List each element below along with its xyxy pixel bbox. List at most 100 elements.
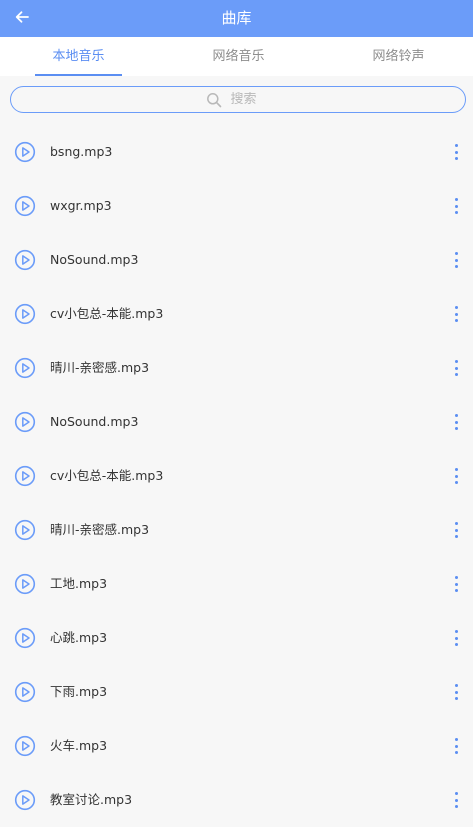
search-bar[interactable] [10, 86, 466, 113]
more-vertical-icon-dot [454, 805, 458, 808]
more-vertical-icon-dot [454, 528, 458, 532]
more-options-button[interactable] [448, 628, 464, 648]
tab-bar: 本地音乐 网络音乐 网络铃声 [0, 37, 473, 76]
play-circle-icon[interactable] [14, 141, 36, 163]
more-vertical-icon-dot [454, 744, 458, 748]
play-circle-icon[interactable] [14, 735, 36, 757]
play-circle-icon[interactable] [14, 789, 36, 811]
more-vertical-icon-dot [454, 589, 458, 592]
song-name: cv小包总-本能.mp3 [50, 306, 164, 321]
more-vertical-icon-dot [454, 211, 458, 214]
more-options-button[interactable] [448, 304, 464, 324]
song-name: bsng.mp3 [50, 144, 113, 159]
more-vertical-icon-dot [454, 636, 458, 640]
song-name: 晴川-亲密感.mp3 [50, 522, 150, 537]
more-vertical-icon-dot [454, 582, 458, 586]
more-options-button[interactable] [448, 250, 464, 270]
more-options-button[interactable] [448, 520, 464, 540]
play-circle-icon[interactable] [14, 465, 36, 487]
more-vertical-icon-dot [454, 697, 458, 700]
play-circle-icon[interactable] [14, 627, 36, 649]
song-name: 教室讨论.mp3 [50, 792, 133, 807]
more-vertical-icon-dot [454, 792, 458, 795]
tab-online-music[interactable]: 网络音乐 [195, 37, 282, 76]
song-row[interactable]: 晴川-亲密感.mp3 [0, 341, 473, 395]
more-vertical-icon-dot [454, 360, 458, 363]
song-row[interactable]: 下雨.mp3 [0, 665, 473, 719]
more-vertical-icon-dot [454, 522, 458, 525]
song-row[interactable]: cv小包总-本能.mp3 [0, 449, 473, 503]
song-name: 工地.mp3 [50, 576, 108, 591]
song-row[interactable]: 晴川-亲密感.mp3 [0, 503, 473, 557]
more-vertical-icon-dot [454, 373, 458, 376]
song-name: wxgr.mp3 [50, 198, 112, 213]
tab-online-ringtones[interactable]: 网络铃声 [355, 37, 442, 76]
more-vertical-icon-dot [454, 535, 458, 538]
play-circle-icon[interactable] [14, 357, 36, 379]
more-vertical-icon-dot [454, 576, 458, 579]
song-name: 下雨.mp3 [50, 684, 108, 699]
more-vertical-icon-dot [454, 427, 458, 430]
more-options-button[interactable] [448, 790, 464, 810]
more-vertical-icon-dot [454, 144, 458, 147]
more-options-button[interactable] [448, 358, 464, 378]
song-row[interactable]: cv小包总-本能.mp3 [0, 287, 473, 341]
tab-local-music[interactable]: 本地音乐 [35, 37, 122, 76]
more-vertical-icon-dot [454, 414, 458, 417]
song-row[interactable]: wxgr.mp3 [0, 179, 473, 233]
search-input[interactable] [230, 92, 271, 107]
page-title: 曲库 [221, 9, 252, 27]
play-circle-icon[interactable] [14, 249, 36, 271]
song-name: NoSound.mp3 [50, 252, 139, 267]
song-name: 心跳.mp3 [50, 630, 108, 645]
song-row[interactable]: NoSound.mp3 [0, 395, 473, 449]
more-options-button[interactable] [448, 142, 464, 162]
app-header: 曲库 [0, 0, 473, 37]
more-vertical-icon-dot [454, 150, 458, 154]
more-vertical-icon-dot [454, 474, 458, 478]
song-name: 火车.mp3 [50, 738, 108, 753]
song-row[interactable]: bsng.mp3 [0, 125, 473, 179]
more-vertical-icon-dot [454, 751, 458, 754]
more-vertical-icon-dot [454, 630, 458, 633]
play-circle-icon[interactable] [14, 303, 36, 325]
more-vertical-icon-dot [454, 157, 458, 160]
more-vertical-icon-dot [454, 468, 458, 471]
song-row[interactable]: 工地.mp3 [0, 557, 473, 611]
more-vertical-icon-dot [454, 798, 458, 802]
more-vertical-icon-dot [454, 690, 458, 694]
more-vertical-icon-dot [454, 420, 458, 424]
play-circle-icon[interactable] [14, 681, 36, 703]
more-vertical-icon-dot [454, 312, 458, 316]
song-name: cv小包总-本能.mp3 [50, 468, 164, 483]
song-row[interactable]: NoSound.mp3 [0, 233, 473, 287]
search-icon [206, 92, 221, 107]
play-circle-icon[interactable] [14, 519, 36, 541]
more-vertical-icon-dot [454, 252, 458, 255]
song-row[interactable]: 教室讨论.mp3 [0, 773, 473, 827]
more-options-button[interactable] [448, 412, 464, 432]
more-vertical-icon-dot [454, 258, 458, 262]
more-options-button[interactable] [448, 574, 464, 594]
play-circle-icon[interactable] [14, 573, 36, 595]
song-row[interactable]: 心跳.mp3 [0, 611, 473, 665]
more-options-button[interactable] [448, 466, 464, 486]
tab-indicator [35, 74, 122, 76]
more-options-button[interactable] [448, 682, 464, 702]
play-circle-icon[interactable] [14, 411, 36, 433]
song-list: bsng.mp3 wxgr.mp3 NoSound.mp3 cv小包总-本能.m… [0, 125, 473, 827]
more-vertical-icon-dot [454, 684, 458, 687]
more-vertical-icon-dot [454, 481, 458, 484]
more-vertical-icon-dot [454, 204, 458, 208]
more-vertical-icon-dot [454, 198, 458, 201]
more-vertical-icon-dot [454, 319, 458, 322]
song-name: 晴川-亲密感.mp3 [50, 360, 150, 375]
more-options-button[interactable] [448, 736, 464, 756]
more-vertical-icon-dot [454, 366, 458, 370]
more-vertical-icon-dot [454, 643, 458, 646]
more-vertical-icon-dot [454, 265, 458, 268]
more-vertical-icon-dot [454, 738, 458, 741]
song-row[interactable]: 火车.mp3 [0, 719, 473, 773]
more-options-button[interactable] [448, 196, 464, 216]
play-circle-icon[interactable] [14, 195, 36, 217]
